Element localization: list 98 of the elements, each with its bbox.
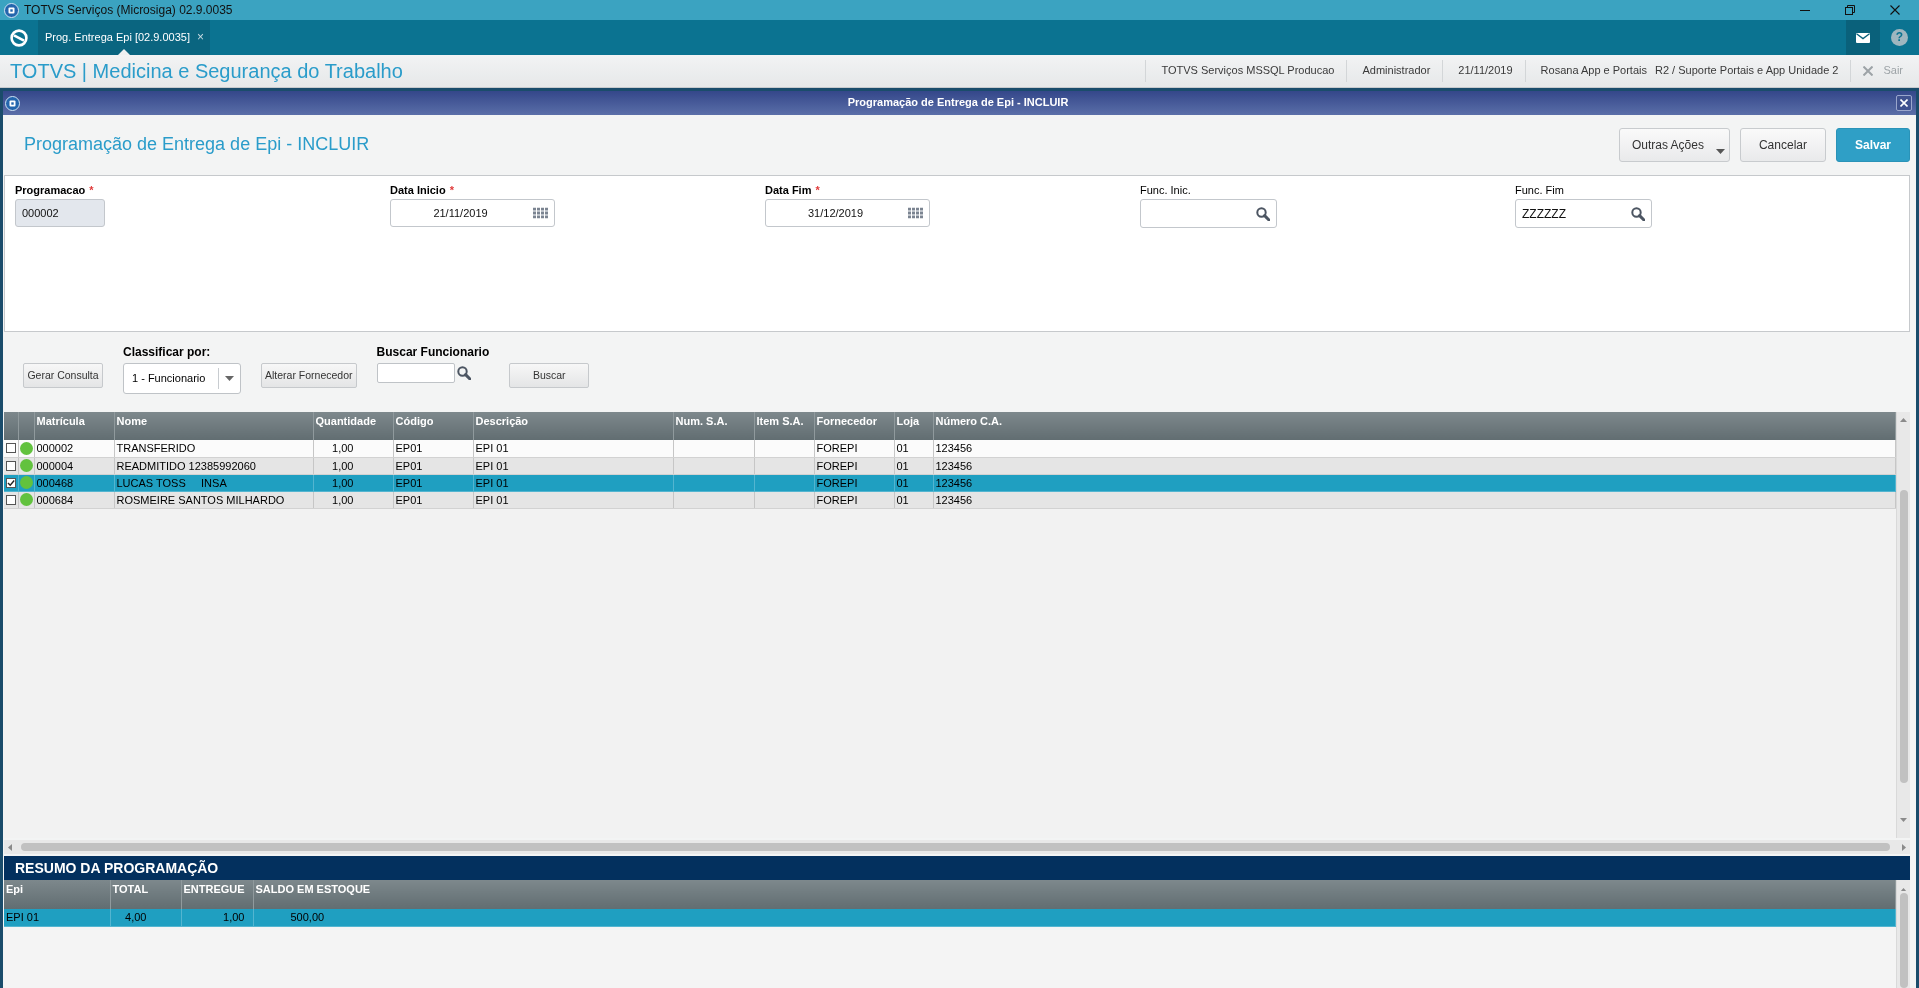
- checkbox[interactable]: [5, 443, 16, 454]
- table-cell: 1,00: [181, 909, 253, 926]
- close-button[interactable]: [1896, 95, 1912, 111]
- calendar-icon: [533, 207, 548, 219]
- window-title: TOTVS Serviços (Microsiga) 02.9.0035: [24, 2, 233, 18]
- tab[interactable]: Prog. Entrega Epi [02.9.0035] ×: [38, 20, 210, 55]
- dialog-heading: Programação de Entrega de Epi - INCLUIR: [24, 134, 370, 156]
- calendar-icon: [908, 207, 923, 219]
- caret-icon: [1715, 149, 1725, 154]
- table-cell: 500,00: [253, 909, 1896, 926]
- app-title: TOTVS | Medicina e Segurança do Trabalho: [10, 59, 403, 83]
- mail-button[interactable]: [1846, 20, 1880, 55]
- table-cell: 1,00: [313, 440, 393, 457]
- table-cell: EP01: [393, 440, 473, 457]
- close-icon: [1900, 99, 1908, 107]
- field-label: Func. Fim: [1515, 184, 1564, 197]
- date-field[interactable]: 21/11/2019: [390, 199, 555, 227]
- date-field[interactable]: 31/12/2019: [765, 199, 930, 227]
- vertical-scrollbar[interactable]: [1896, 412, 1910, 838]
- minimize-icon: [1799, 9, 1810, 11]
- scroll-down-icon: [1900, 818, 1907, 822]
- table-row[interactable]: 000468 LUCAS TOSS INSA 1,00 EP01 EPI 01 FOREPI 01 123456: [4, 474, 1896, 491]
- table-row[interactable]: 000002 TRANSFERIDO 1,00 EP01 EPI 01 FOREPI 01 123456: [4, 440, 1896, 457]
- field-label: Data Fim: [765, 184, 812, 197]
- more-actions-button[interactable]: Outras Ações: [1618, 128, 1730, 162]
- lookup-field[interactable]: [1140, 199, 1277, 228]
- dialog-title: Programação de Entrega de Epi - INCLUIR: [846, 96, 1070, 110]
- column-header[interactable]: Item S.A.: [754, 412, 814, 440]
- header-info-text: TOTVS Serviços MSSQL Producao: [1161, 64, 1335, 78]
- search-icon: [1631, 206, 1645, 221]
- required-mark: *: [89, 184, 94, 197]
- checkbox[interactable]: [5, 494, 16, 505]
- scrollbar-thumb[interactable]: [1899, 893, 1908, 988]
- column-header[interactable]: Epi: [4, 880, 110, 909]
- column-header[interactable]: TOTAL: [110, 880, 181, 909]
- logo-icon: [5, 95, 20, 111]
- table-cell: FOREPI: [814, 440, 894, 457]
- required-mark: *: [815, 184, 820, 197]
- field-label: Data Inicio: [390, 184, 446, 197]
- section-title: RESUMO DA PROGRAMAÇÃO: [15, 859, 219, 877]
- field-label: Programacao: [15, 184, 86, 197]
- field-label: Buscar Funcionario: [376, 345, 490, 361]
- column-header[interactable]: Num. S.A.: [673, 412, 754, 440]
- search-icon: [1256, 206, 1270, 221]
- table-cell: TRANSFERIDO: [114, 440, 313, 457]
- column-header[interactable]: Quantidade: [313, 412, 393, 440]
- table-row[interactable]: 000004 READMITIDO 12385992060 1,00 EP01 EPI 01 FOREPI 01 123456: [4, 457, 1896, 474]
- field-label: Func. Inic.: [1140, 184, 1191, 197]
- search-icon: [456, 366, 471, 380]
- header-info-text: 21/11/2019: [1458, 64, 1513, 78]
- column-header[interactable]: Matrícula: [34, 412, 114, 440]
- help-button[interactable]: ?: [1891, 29, 1908, 46]
- action-button[interactable]: Gerar Consulta: [23, 363, 103, 388]
- checkbox[interactable]: [5, 460, 16, 471]
- table-cell: 000002: [34, 440, 114, 457]
- header-info-text: R2 / Suporte Portais e App Unidade 2: [1655, 64, 1839, 78]
- column-header[interactable]: Fornecedor: [814, 412, 894, 440]
- field-label: Classificar por:: [123, 345, 211, 361]
- table-cell: 123456: [933, 440, 1896, 457]
- cancel-button[interactable]: Cancelar: [1739, 128, 1826, 162]
- column-header[interactable]: Código: [393, 412, 473, 440]
- scrollbar-thumb[interactable]: [21, 843, 1890, 851]
- scroll-right-icon: [1902, 843, 1906, 851]
- column-header[interactable]: Número C.A.: [933, 412, 1896, 440]
- column-header[interactable]: ENTREGUE: [181, 880, 253, 909]
- close-icon: [1863, 66, 1874, 76]
- search-field[interactable]: [376, 363, 455, 383]
- save-button[interactable]: Salvar: [1835, 128, 1910, 162]
- lookup-field[interactable]: ZZZZZZ: [1515, 199, 1652, 228]
- required-mark: *: [449, 184, 454, 197]
- restore-icon: [1844, 5, 1855, 15]
- action-button[interactable]: Alterar Fornecedor: [261, 363, 357, 388]
- sort-select[interactable]: 1 - Funcionario: [123, 363, 241, 394]
- header-info-text: Rosana App e Portais: [1540, 64, 1647, 78]
- table-row[interactable]: 000684 ROSMEIRE SANTOS MILHARDO 1,00 EP01 EPI 01 FOREPI 01 123456: [4, 491, 1896, 508]
- scroll-left-icon: [8, 843, 12, 851]
- table-cell: EPI 01: [4, 909, 110, 926]
- table-row[interactable]: EPI 01 4,00 1,00 500,00: [4, 909, 1896, 926]
- column-header[interactable]: SALDO EM ESTOQUE: [253, 880, 1896, 909]
- caret-icon: [225, 376, 234, 381]
- tab-close-button[interactable]: ×: [196, 30, 204, 45]
- column-header[interactable]: Nome: [114, 412, 313, 440]
- circle-slash-icon: [10, 28, 28, 47]
- column-header[interactable]: Descrição: [473, 412, 673, 440]
- vertical-scrollbar[interactable]: [1896, 880, 1910, 988]
- table-cell: 4,00: [110, 909, 181, 926]
- checkbox[interactable]: [5, 477, 16, 488]
- scrollbar-thumb[interactable]: [1899, 490, 1908, 783]
- table-cell: EPI 01: [473, 440, 673, 457]
- horizontal-scrollbar[interactable]: [4, 840, 1910, 854]
- scroll-up-icon: [1900, 418, 1907, 422]
- header-info-text: Administrador: [1362, 64, 1431, 78]
- close-icon: [1889, 5, 1900, 15]
- mail-icon: [1856, 32, 1870, 43]
- table-cell: 01: [894, 440, 933, 457]
- logo-icon: [4, 2, 19, 18]
- column-header[interactable]: Loja: [894, 412, 933, 440]
- action-button[interactable]: Buscar: [509, 363, 590, 388]
